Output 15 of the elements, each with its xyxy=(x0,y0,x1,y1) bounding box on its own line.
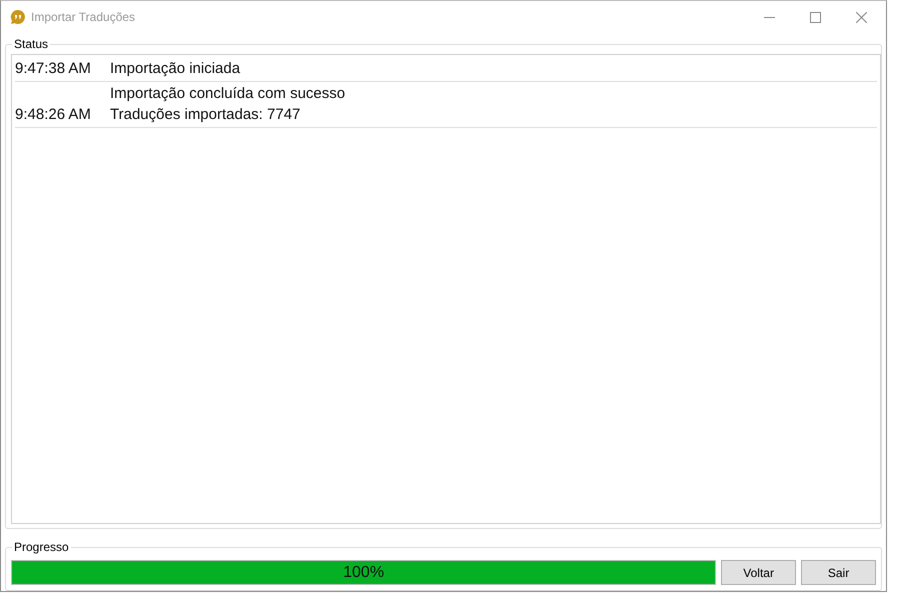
progress-reading: 100% xyxy=(342,562,386,582)
window-title: Importar Traduções xyxy=(31,9,136,26)
log-message: Importação iniciada xyxy=(110,59,240,79)
close-icon xyxy=(856,12,866,22)
maximize-icon xyxy=(810,12,820,22)
group-label: Progresso xyxy=(12,540,71,554)
dialog-button[interactable]: Sair xyxy=(801,560,876,585)
log-time: 9:47:38 AM xyxy=(15,59,92,79)
dialog-button[interactable]: Voltar xyxy=(721,560,796,585)
log-time: 9:48:26 AM xyxy=(15,105,92,125)
minimize-icon xyxy=(764,16,774,18)
log-message: Importação concluída com sucesso xyxy=(110,84,346,104)
group-label: Status xyxy=(12,37,50,51)
quote-bubble-icon xyxy=(10,9,26,25)
log-message: Traduções importadas: 7747 xyxy=(110,105,302,125)
